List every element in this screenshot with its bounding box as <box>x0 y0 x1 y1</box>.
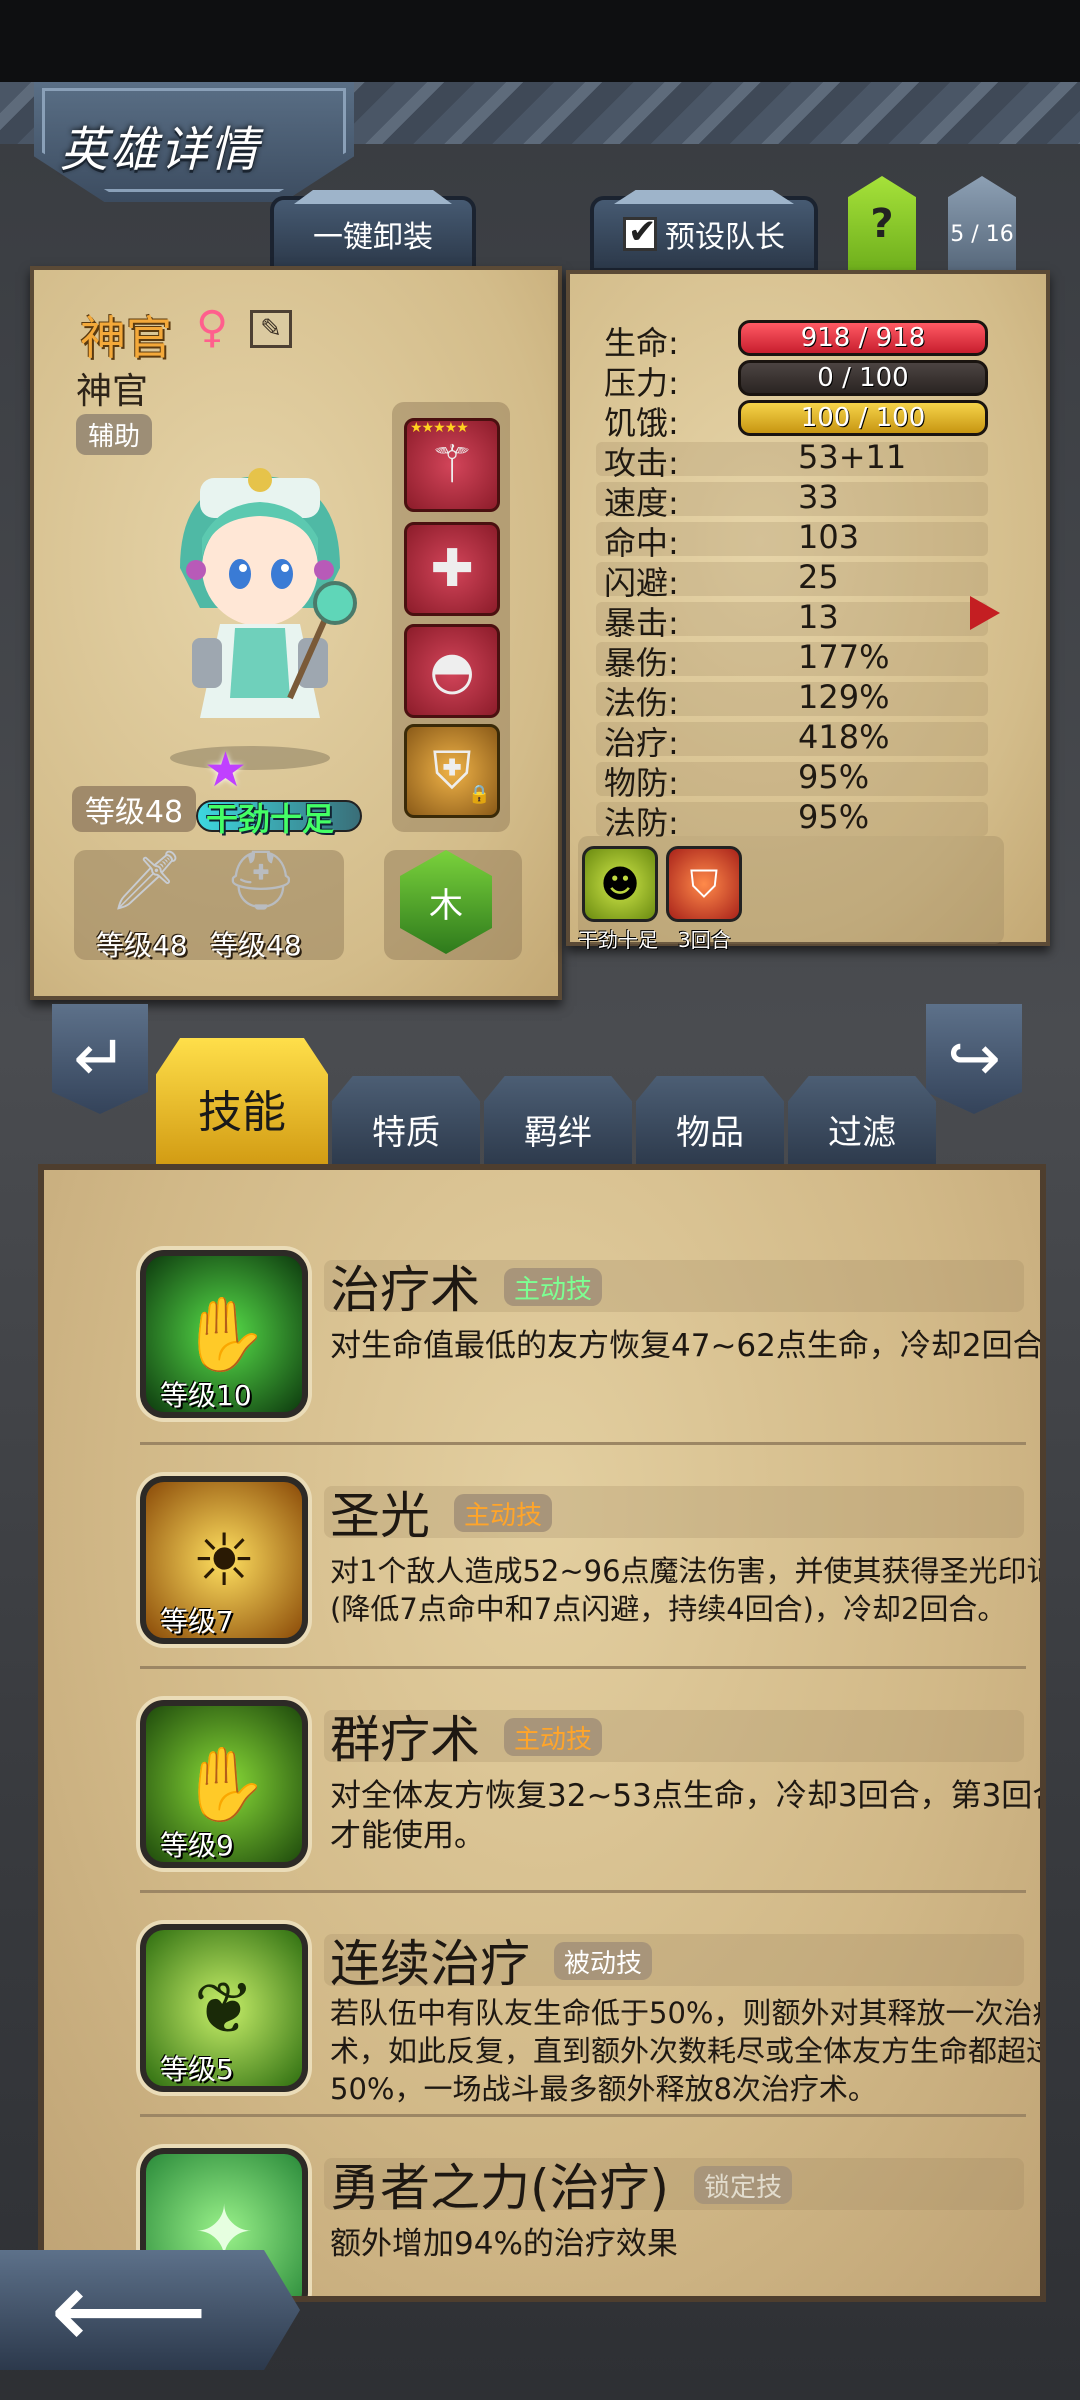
skill-item[interactable]: ☀ 等级7 圣光 主动技 对1个敌人造成52~96点魔法伤害，并使其获得圣光印记… <box>104 1476 1046 1686</box>
page-title: 英雄详情 <box>60 122 261 178</box>
tab-filter[interactable]: 过滤 <box>788 1076 936 1166</box>
hunger-bar: 100 / 100 <box>738 400 988 436</box>
buff-label-morale: 干劲十足 <box>578 928 658 952</box>
skill-description: 对生命值最低的友方恢复47~62点生命，冷却2回合。 <box>330 1328 1046 1364</box>
arrow-left-icon: ↵ <box>73 1022 127 1096</box>
skill-name: 圣光 <box>330 1487 430 1545</box>
stat-value: 13 <box>798 598 839 636</box>
helmet-level: 等级48 <box>210 929 302 962</box>
role-badge: 辅助 <box>76 414 153 455</box>
stat-arrow-icon[interactable] <box>970 596 1000 630</box>
skill-name: 勇者之力(治疗) <box>330 2159 670 2217</box>
stat-value: 177% <box>798 638 890 676</box>
stat-value: 25 <box>798 558 839 596</box>
skill-level: 等级5 <box>160 2053 234 2086</box>
hero-name: 神官 <box>80 311 172 365</box>
stat-value: 53+11 <box>798 438 907 476</box>
skill-level: 等级10 <box>160 1379 252 1412</box>
female-gender-icon: ♀ <box>196 302 229 353</box>
skill-name: 群疗术 <box>330 1711 480 1769</box>
tab-items[interactable]: 物品 <box>636 1076 784 1166</box>
preset-leader-label: 预设队长 <box>665 220 785 255</box>
hp-bar: 918 / 918 <box>738 320 988 356</box>
skill-tag: 主动技 <box>504 1268 603 1306</box>
unequip-all-button[interactable]: 一键卸装 <box>270 196 476 272</box>
skill-description: 对全体友方恢复32~53点生命，冷却3回合，第3回合才能使用。 <box>330 1778 1046 1854</box>
morale-face-icon[interactable]: ☻ <box>582 846 658 922</box>
skill-level: 等级7 <box>160 1605 234 1638</box>
skill-tag: 锁定技 <box>694 2166 793 2204</box>
hero-count-label: 5 / 16 <box>950 221 1014 247</box>
skill-level: 等级9 <box>160 1829 234 1862</box>
back-arrow-icon: ⟵ <box>50 2246 208 2374</box>
equip-slot-helmet[interactable]: ◓ <box>404 624 500 718</box>
help-label: ? <box>870 201 894 247</box>
equip-slot-scepter[interactable]: ✚ <box>404 522 500 616</box>
skill-item[interactable]: ❦ 等级5 连续治疗 被动技 若队伍中有队友生命低于50%，则额外对其释放一次治… <box>104 1924 1046 2134</box>
checkbox-checked-icon[interactable] <box>623 212 657 252</box>
status-star-icon: ★ <box>204 742 248 798</box>
stat-value: 95% <box>798 758 870 796</box>
preset-leader-button[interactable]: 预设队长 <box>590 196 818 272</box>
skill-description: 额外增加94%的治疗效果 <box>330 2226 678 2262</box>
skill-item[interactable]: ✋ 等级10 治疗术 主动技 对生命值最低的友方恢复47~62点生命，冷却2回合… <box>104 1250 1046 1460</box>
prev-hero-button[interactable]: ↵ <box>52 1004 148 1114</box>
next-hero-button[interactable]: ↪ <box>926 1004 1022 1114</box>
skill-description: 对1个敌人造成52~96点魔法伤害，并使其获得圣光印记(降低7点命中和7点闪避，… <box>330 1554 1046 1626</box>
back-button[interactable]: ⟵ <box>0 2250 300 2370</box>
staff-icon: ⚚ <box>428 435 476 495</box>
hero-level-badge: 等级48 <box>72 786 196 832</box>
rarity-stars: ★★★★★ <box>410 420 469 436</box>
weapon-level: 等级48 <box>96 929 188 962</box>
stat-value: 129% <box>798 678 890 716</box>
skill-item[interactable]: ✋ 等级9 群疗术 主动技 对全体友方恢复32~53点生命，冷却3回合，第3回合… <box>104 1700 1046 1910</box>
helmet-icon: ◓ <box>429 641 475 701</box>
skill-description: 若队伍中有队友生命低于50%，则额外对其释放一次治疗术，如此反复，直到额外次数耗… <box>330 1996 1046 2106</box>
armor-icon: ⛨ <box>432 740 472 801</box>
helmet-icon[interactable]: ⛑ <box>224 846 298 915</box>
stress-bar: 0 / 100 <box>738 360 988 396</box>
unequip-all-label: 一键卸装 <box>313 220 433 255</box>
tab-skills[interactable]: 技能 <box>156 1038 328 1168</box>
skill-tag: 主动技 <box>504 1718 603 1756</box>
stat-value: 33 <box>798 478 839 516</box>
sword-icon[interactable]: 🗡 <box>110 846 184 915</box>
tab-bonds[interactable]: 羁绊 <box>484 1076 632 1166</box>
edit-name-icon[interactable]: ✎ <box>250 310 292 348</box>
divider <box>140 1442 1026 1445</box>
skill-name: 连续治疗 <box>330 1935 530 1993</box>
arrow-right-icon: ↪ <box>947 1022 1001 1096</box>
stat-value: 95% <box>798 798 870 836</box>
skills-panel: ✋ 等级10 治疗术 主动技 对生命值最低的友方恢复47~62点生命，冷却2回合… <box>38 1164 1046 2302</box>
divider <box>140 1666 1026 1669</box>
hero-class: 神官 <box>76 371 149 412</box>
stat-value: 103 <box>798 518 860 556</box>
hero-status: 干劲十足 <box>206 800 335 838</box>
lock-icon: 🔒 <box>468 784 491 805</box>
skill-tag: 主动技 <box>454 1494 553 1532</box>
stat-value: 418% <box>798 718 890 756</box>
scepter-icon: ✚ <box>430 539 474 599</box>
tab-traits[interactable]: 特质 <box>332 1076 480 1166</box>
skill-name: 治疗术 <box>330 1261 480 1319</box>
hero-portrait[interactable] <box>140 458 380 778</box>
shield-icon[interactable]: ⛉ <box>666 846 742 922</box>
buff-label-rounds: 3回合 <box>678 928 731 952</box>
divider <box>140 2114 1026 2117</box>
divider <box>140 1890 1026 1893</box>
skill-tag: 被动技 <box>554 1942 653 1980</box>
top-black-bar <box>0 0 1080 82</box>
